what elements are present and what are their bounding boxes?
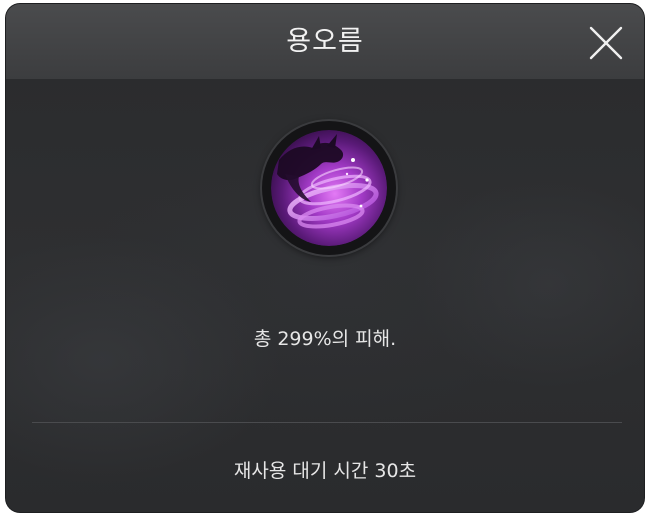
- skill-info-dialog: 용오름 총 299%의 피해. 재사용 대기 시간 30초: [6, 4, 644, 512]
- dialog-title: 용오름: [286, 26, 364, 57]
- divider: [32, 422, 622, 423]
- skill-icon-frame: [262, 121, 396, 255]
- cooldown-text: 재사용 대기 시간 30초: [233, 460, 417, 482]
- close-button[interactable]: [588, 25, 624, 61]
- dialog-header: 용오름: [6, 4, 644, 79]
- dialog-background: [6, 4, 644, 512]
- close-icon: [589, 26, 623, 60]
- purple-dragon-tornado-icon: [271, 130, 387, 246]
- skill-description: 총 299%의 피해.: [253, 328, 397, 350]
